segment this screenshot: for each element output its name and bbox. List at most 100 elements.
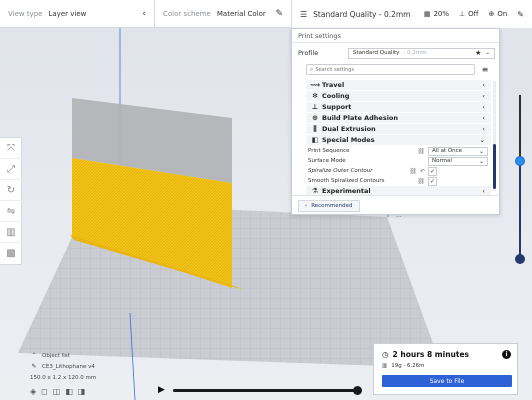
travel-icon: ⟿ <box>309 81 321 89</box>
category-label: Support <box>322 103 352 111</box>
reset-icon[interactable]: ↶ <box>420 168 425 175</box>
object-list-toggle[interactable]: ⌃ Object list <box>30 350 160 361</box>
object-file-row[interactable]: ✎ CE3_Lithophane v4 <box>30 361 160 372</box>
view-type-selector[interactable]: View type Layer view ‹ <box>0 0 155 28</box>
dual-extrusion-icon: ⫼ <box>313 124 317 133</box>
surface-mode-dropdown[interactable]: Normal ⌄ <box>428 156 488 166</box>
dropdown-value: All at Once <box>432 148 463 154</box>
infill-icon: ▦ <box>423 10 431 18</box>
category-label: Build Plate Adhesion <box>322 114 399 122</box>
recommended-label: Recommended <box>311 203 353 209</box>
experimental-icon: ⚗ <box>311 187 319 195</box>
search-field[interactable]: ⌕ <box>306 64 475 75</box>
infill-stat: ▦ 20% <box>424 10 449 18</box>
view-right-icon[interactable]: ◨ <box>78 387 86 396</box>
link-icon[interactable]: ⛓ <box>417 148 425 155</box>
profile-row: Profile Standard Quality - 0.2mm ★ ⌄ <box>298 47 495 59</box>
settings-menu-icon[interactable]: ≡ <box>479 65 491 74</box>
support-value: Off <box>468 10 479 18</box>
setting-label: Spiralize Outer Contour <box>308 168 373 174</box>
chevron-left-icon: ‹ <box>482 187 485 195</box>
view-front-icon[interactable]: ◻ <box>41 387 48 396</box>
save-to-file-button[interactable]: Save to File <box>382 375 512 387</box>
star-icon[interactable]: ★ <box>475 49 481 57</box>
quality-label: Standard Quality - 0.2mm <box>313 9 411 19</box>
category-build-plate-adhesion[interactable]: ⊕ Build Plate Adhesion ‹ <box>306 113 491 123</box>
support-icon: ⊥ <box>459 10 466 18</box>
link-icon[interactable]: ⛓ <box>409 168 417 175</box>
category-dual-extrusion[interactable]: ⫼ Dual Extrusion ‹ <box>306 124 491 134</box>
category-label: Special Modes <box>322 136 375 144</box>
print-sequence-dropdown[interactable]: All at Once ⌄ <box>428 146 488 156</box>
category-label: Dual Extrusion <box>322 125 376 133</box>
setting-surface-mode: Surface Mode Normal ⌄ <box>306 156 491 166</box>
search-icon: ⌕ <box>310 65 314 73</box>
object-file-name: CE3_Lithophane v4 <box>42 363 95 370</box>
category-special-modes[interactable]: ◧ Special Modes ⌄ <box>306 135 491 145</box>
chevron-down-icon: ⌄ <box>478 147 484 155</box>
category-cooling[interactable]: ✻ Cooling ‹ <box>306 91 491 101</box>
left-toolbar: ⤧ ⤢ ↻ ⇋ ▥ ▩ <box>0 137 22 265</box>
spiralize-checkbox[interactable]: ✓ <box>428 166 437 176</box>
chevron-left-icon: ‹ <box>305 203 308 209</box>
resize-handle[interactable]: ... <box>396 212 402 219</box>
scrollbar-thumb[interactable] <box>493 144 496 189</box>
print-estimate-panel: ◷ 2 hours 8 minutes i ▥ 19g · 6.26m Save… <box>373 343 518 395</box>
support-blocker-icon[interactable]: ▩ <box>0 243 22 264</box>
mirror-icon[interactable]: ⇋ <box>0 201 22 222</box>
view-tools: ◈ ◻ ◫ ◧ ◨ <box>30 387 160 396</box>
color-scheme-selector[interactable]: Color scheme Material Color ✎ <box>155 0 292 28</box>
per-model-settings-icon[interactable]: ▥ <box>0 222 22 243</box>
adhesion-icon: ⊕ <box>312 114 318 122</box>
object-dimensions: 150.0 x 1.2 x 120.0 mm <box>30 374 97 381</box>
layer-slider-range <box>519 162 521 258</box>
rotate-icon[interactable]: ↻ <box>0 180 22 201</box>
path-slider-track[interactable] <box>173 389 358 392</box>
check-mark: ✓ <box>429 167 436 175</box>
material-usage: 19g · 6.26m <box>391 363 425 369</box>
adhesion-stat: ⊕ On <box>488 10 507 18</box>
support-stat: ⊥ Off <box>459 10 478 18</box>
view-top-icon[interactable]: ◫ <box>53 387 61 396</box>
object-dimensions-row: 150.0 x 1.2 x 120.0 mm <box>30 372 160 383</box>
search-input[interactable] <box>315 66 436 73</box>
category-label: Cooling <box>322 92 350 100</box>
setting-label: Print Sequence <box>308 148 350 154</box>
adhesion-icon: ⊕ <box>488 10 495 18</box>
scale-icon[interactable]: ⤢ <box>0 159 22 180</box>
info-icon[interactable]: i <box>502 350 511 359</box>
support-icon: ⊥ <box>311 103 319 111</box>
layer-slider-upper-handle[interactable] <box>515 156 525 166</box>
cooling-icon: ✻ <box>312 92 318 100</box>
view-left-icon[interactable]: ◧ <box>65 387 73 396</box>
color-scheme-label: Color scheme <box>163 10 211 18</box>
category-travel[interactable]: ⟿ Travel ‹ <box>306 80 491 90</box>
chevron-down-icon: ⌄ <box>485 50 490 56</box>
layer-slider-lower-handle[interactable] <box>515 254 525 264</box>
profile-dropdown[interactable]: Standard Quality - 0.2mm ★ ⌄ <box>348 47 495 59</box>
print-setup-selector[interactable]: ☰ Standard Quality - 0.2mm ▦ 20% ⊥ Off ⊕… <box>292 0 532 28</box>
move-icon[interactable]: ⤧ <box>0 138 22 159</box>
smooth-spiralized-checkbox[interactable]: ✓ <box>428 176 437 186</box>
setting-spiralize-outer-contour: Spiralize Outer Contour ⛓ ↶ ✓ <box>306 166 491 176</box>
material-row: ▥ 19g · 6.26m <box>382 363 425 369</box>
recommended-button[interactable]: ‹ Recommended <box>298 200 360 212</box>
color-scheme-value: Material Color <box>216 10 266 18</box>
chevron-left-icon: ‹ <box>142 9 146 19</box>
path-slider-handle[interactable] <box>353 386 362 395</box>
link-icon[interactable]: ⛓ <box>417 178 425 185</box>
clock-icon: ◷ <box>382 350 389 359</box>
print-settings-panel: Print settings Profile Standard Quality … <box>291 28 500 219</box>
view-type-value: Layer view <box>48 10 87 18</box>
quality-icon: ☰ <box>300 9 308 19</box>
setting-smooth-spiralized-contours: Smooth Spiralized Contours ⛓ ✓ <box>306 176 491 186</box>
profile-suffix: - 0.2mm <box>403 50 427 56</box>
chevron-up-icon: ⌃ <box>31 352 37 359</box>
check-mark: ✓ <box>429 177 436 185</box>
search-row: ⌕ ≡ <box>306 64 491 75</box>
panel-title: Print settings <box>292 29 499 43</box>
category-support[interactable]: ⊥ Support ‹ <box>306 102 491 112</box>
special-modes-icon: ◧ <box>311 136 319 144</box>
infill-value: 20% <box>433 10 450 18</box>
view-3d-icon[interactable]: ◈ <box>30 387 36 396</box>
